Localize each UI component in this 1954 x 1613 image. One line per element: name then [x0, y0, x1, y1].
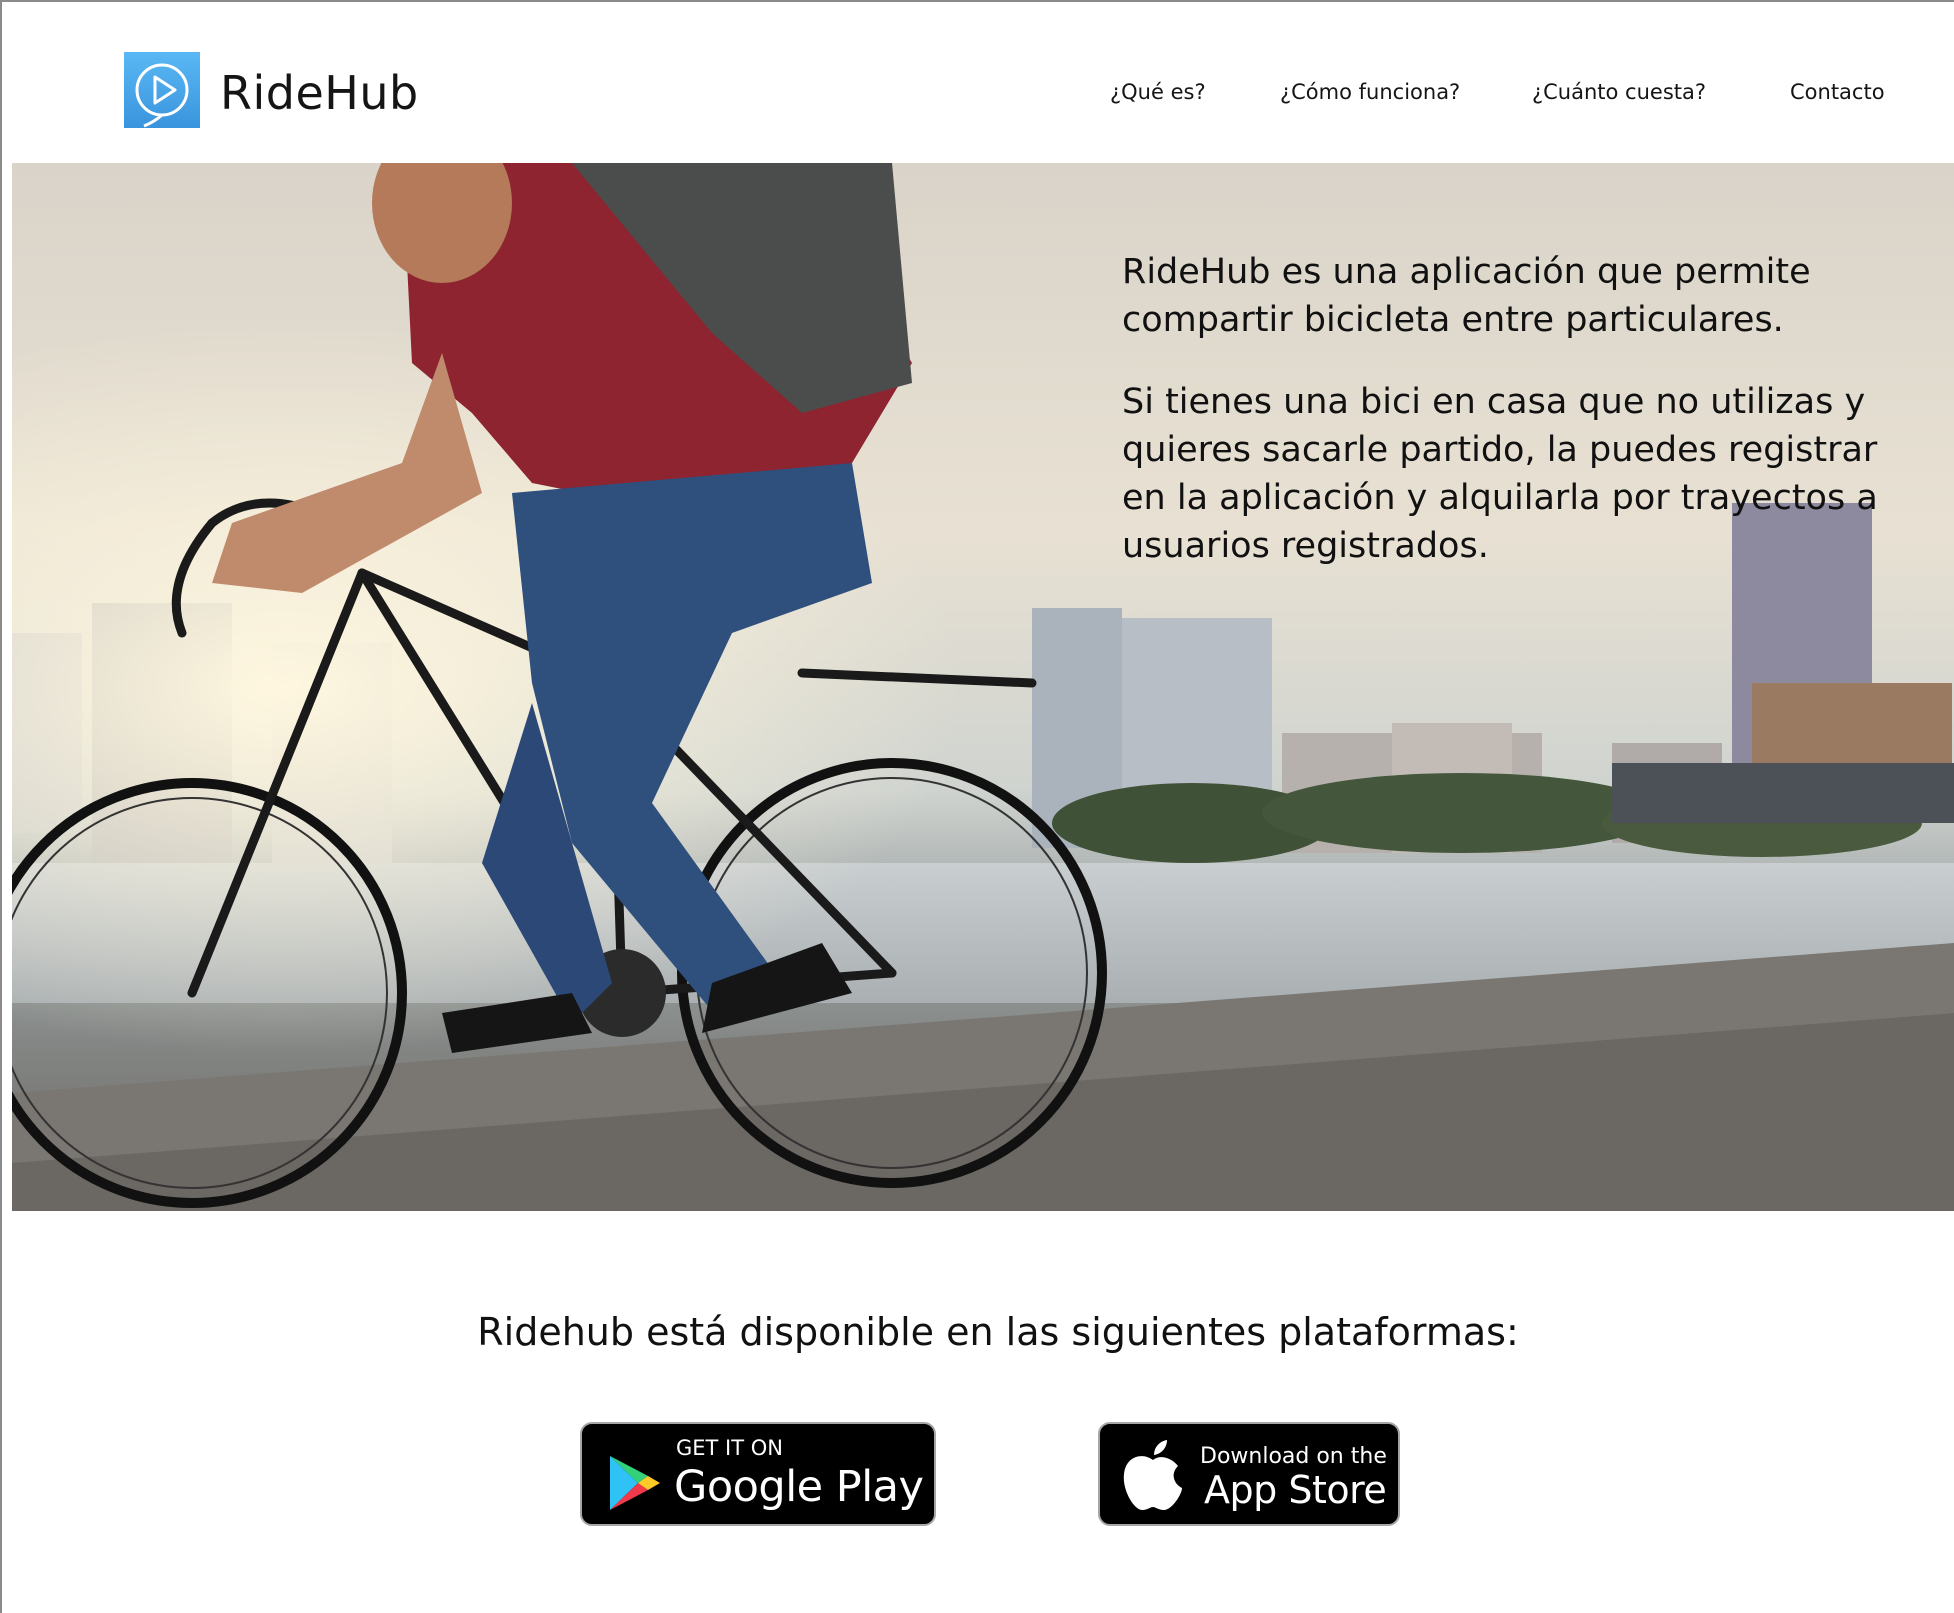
google-play-big-label: Google Play: [674, 1462, 924, 1512]
ridehub-logo-icon[interactable]: [124, 52, 200, 128]
brand-name[interactable]: RideHub: [220, 66, 419, 120]
apple-icon: [1123, 1440, 1182, 1510]
app-store-big-label: App Store: [1204, 1468, 1387, 1512]
hero-description-text: Si tienes una bici en casa que no utiliz…: [1122, 382, 1878, 566]
google-play-icon: [610, 1456, 660, 1510]
google-play-small-label: GET IT ON: [676, 1436, 783, 1460]
nav-link-cuanto-cuesta[interactable]: ¿Cuánto cuesta?: [1532, 80, 1706, 104]
platforms-heading: Ridehub está disponible en las siguiente…: [477, 1310, 1519, 1354]
app-store-small-label: Download on the: [1200, 1444, 1387, 1469]
nav-link-que-es[interactable]: ¿Qué es?: [1110, 80, 1206, 104]
hero-intro-text: RideHub es una aplicación que permite co…: [1122, 252, 1811, 340]
nav-link-como-funciona[interactable]: ¿Cómo funciona?: [1280, 80, 1460, 104]
nav-link-contacto[interactable]: Contacto: [1790, 80, 1885, 104]
google-play-button[interactable]: GET IT ON Google Play: [580, 1422, 936, 1526]
app-store-button[interactable]: Download on the App Store: [1098, 1422, 1400, 1526]
hero-section: RideHub es una aplicación que permite co…: [12, 163, 1954, 1211]
